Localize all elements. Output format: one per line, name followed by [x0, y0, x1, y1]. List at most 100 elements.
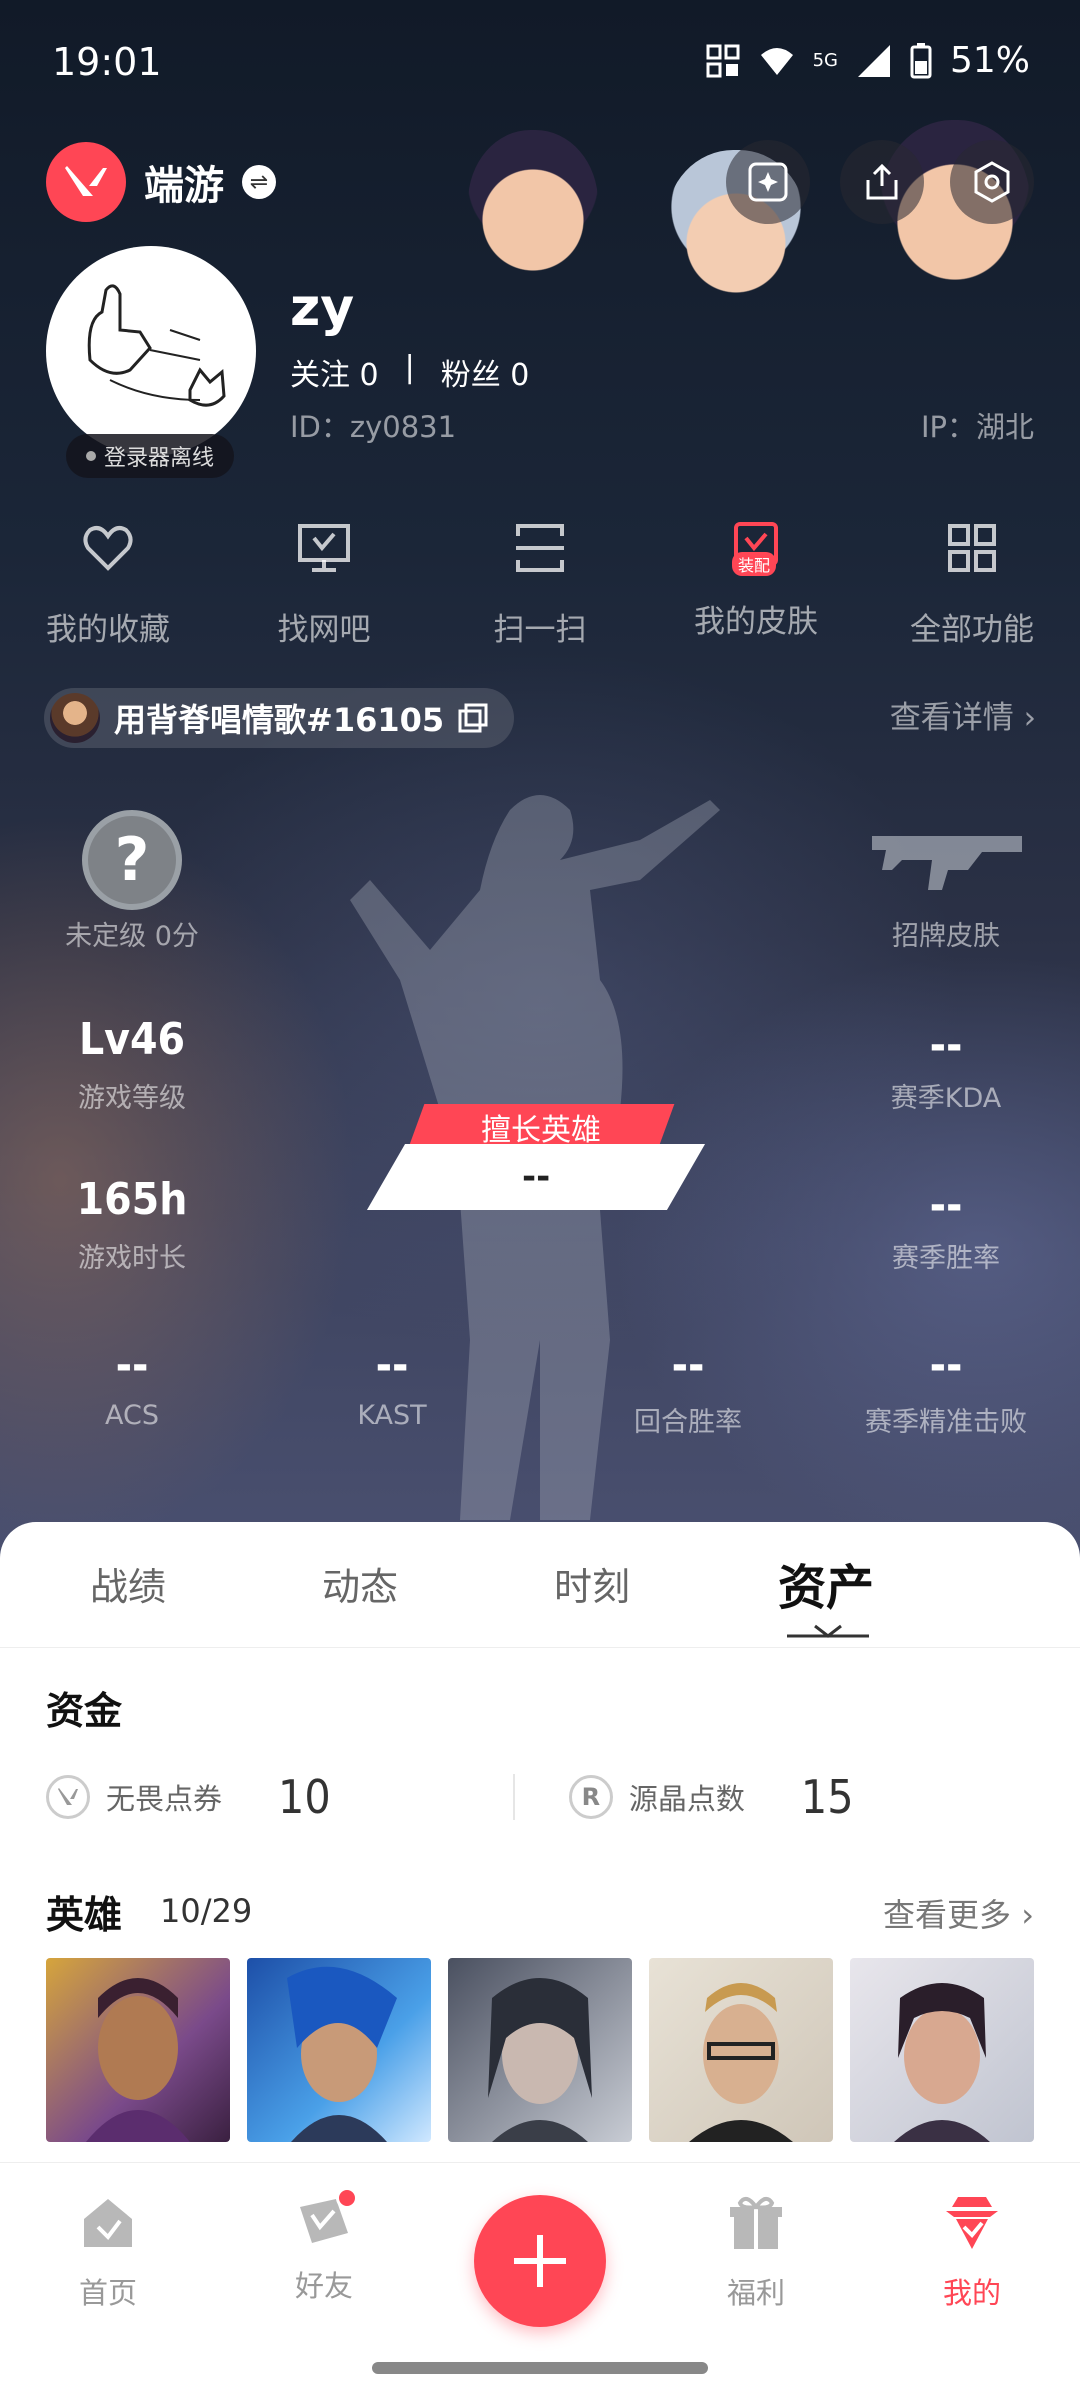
nav-home[interactable]: 首页 — [38, 2193, 178, 2312]
home-indicator[interactable] — [372, 2362, 708, 2374]
username: zy — [290, 278, 355, 338]
agent-list — [46, 1958, 1034, 2142]
round-winrate-label: 回合胜率 — [634, 1407, 742, 1438]
headshot-kills-label: 赛季精准击败 — [865, 1407, 1027, 1438]
rank-label: 未定级 0分 — [65, 921, 199, 952]
nav-welfare-label: 福利 — [726, 2276, 785, 2310]
follow-stat[interactable]: 关注 0 — [290, 350, 379, 394]
quick-favorites-label: 我的收藏 — [46, 612, 170, 648]
share-button[interactable] — [840, 140, 924, 224]
view-more-link[interactable]: 查看更多 › — [883, 1890, 1034, 1936]
scan-icon — [516, 524, 564, 572]
nav-friends-label: 好友 — [294, 2269, 353, 2303]
login-status-text: 登录器离线 — [104, 446, 215, 471]
nav-friends[interactable]: 好友 — [254, 2187, 394, 2305]
agent-card[interactable] — [649, 1958, 833, 2142]
add-sticker-button[interactable] — [726, 140, 810, 224]
playtime-label: 游戏时长 — [78, 1243, 186, 1274]
heroes-title: 英雄 — [46, 1893, 123, 1937]
agent-card[interactable] — [448, 1958, 632, 2142]
friends-icon — [294, 2187, 358, 2253]
sparkle-icon — [748, 162, 788, 202]
funds-divider — [513, 1774, 515, 1820]
chevron-right-icon: › — [1023, 700, 1036, 736]
status-time: 19:01 — [52, 40, 162, 84]
best-hero-value: -- — [521, 1157, 551, 1197]
winrate-value: -- — [929, 1180, 963, 1231]
tab-moments[interactable]: 时刻 — [554, 1556, 630, 1611]
avatar[interactable] — [46, 246, 256, 456]
agent-card[interactable] — [247, 1958, 431, 2142]
signature-skin-label: 招牌皮肤 — [892, 921, 1000, 952]
valorant-logo-icon — [46, 142, 126, 222]
valorant-points-label: 无畏点券 — [106, 1782, 223, 1816]
quick-scan[interactable]: 扫一扫 — [432, 520, 648, 649]
tab-active-indicator — [787, 1624, 869, 1638]
heroes-count: 10/29 — [160, 1892, 253, 1930]
radianite-value: 15 — [800, 1770, 854, 1824]
level-label: 游戏等级 — [78, 1083, 186, 1114]
skin-icon: 装配 — [728, 520, 784, 576]
create-post-button[interactable] — [474, 2195, 606, 2327]
valorant-points[interactable]: 无畏点券 10 — [46, 1770, 513, 1824]
brand-name: 端游 — [144, 163, 224, 209]
battery-percent: 51% — [949, 40, 1030, 81]
heart-icon — [83, 526, 133, 571]
nav-me-label: 我的 — [942, 2276, 1001, 2310]
valorant-points-value: 10 — [278, 1770, 331, 1824]
copy-icon[interactable] — [458, 703, 488, 733]
valorant-points-icon — [46, 1775, 90, 1819]
round-winrate-value: -- — [671, 1340, 705, 1391]
brand-switcher[interactable]: 端游 ⇌ — [46, 142, 276, 222]
follow-separator: | — [404, 350, 415, 385]
view-more-label: 查看更多 — [883, 1896, 1012, 1934]
wifi-icon — [760, 47, 793, 75]
tab-feed[interactable]: 动态 — [322, 1556, 398, 1611]
tab-bar: 战绩 动态 时刻 资产 — [0, 1522, 1080, 1648]
quick-netcafe-label: 找网吧 — [277, 612, 371, 648]
agent-card[interactable] — [850, 1958, 1034, 2142]
nav-welfare[interactable]: 福利 — [686, 2193, 826, 2312]
quick-scan-label: 扫一扫 — [493, 612, 587, 648]
best-hero-card[interactable]: -- — [366, 1144, 706, 1210]
quick-netcafe[interactable]: 找网吧 — [216, 520, 432, 649]
riot-name: 用背脊唱情歌#16105 — [114, 701, 445, 739]
monitor-icon — [298, 524, 350, 572]
fans-stat[interactable]: 粉丝 0 — [441, 350, 530, 394]
agent-card[interactable] — [46, 1958, 230, 2142]
status-dot — [86, 451, 96, 461]
tab-record[interactable]: 战绩 — [90, 1556, 166, 1611]
acs-label: ACS — [105, 1400, 159, 1431]
playtime-value: 165h — [76, 1174, 188, 1225]
sticker-character-1 — [468, 130, 598, 280]
settings-button[interactable] — [950, 140, 1034, 224]
quick-skins[interactable]: 装配 我的皮肤 — [648, 520, 864, 649]
plus-icon — [514, 2235, 566, 2287]
login-status-pill: 登录器离线 — [66, 434, 235, 478]
level-value: Lv46 — [78, 1014, 186, 1065]
radianite-points[interactable]: R 源晶点数 15 — [568, 1770, 1036, 1824]
nfc-icon — [706, 44, 740, 77]
quick-skins-label: 我的皮肤 — [694, 604, 818, 640]
tab-assets[interactable]: 资产 — [778, 1548, 874, 1618]
user-id: ID：zy0831 — [290, 410, 457, 444]
status-bar: 19:01 5G 51% — [0, 0, 1080, 130]
home-icon — [84, 2199, 132, 2247]
friends-notification-dot — [336, 2187, 358, 2209]
funds-row: 无畏点券 10 R 源晶点数 15 — [46, 1762, 1036, 1832]
riot-id-tag[interactable]: 用背脊唱情歌#16105 — [44, 688, 515, 748]
riot-avatar — [50, 693, 100, 743]
settings-icon — [974, 161, 1010, 203]
gift-icon — [730, 2196, 782, 2249]
view-details-link[interactable]: 查看详情 › — [890, 692, 1036, 737]
share-icon — [866, 163, 898, 200]
rifle-icon — [872, 836, 1022, 890]
quick-all-features[interactable]: 全部功能 — [864, 520, 1080, 649]
nav-me[interactable]: 我的 — [902, 2193, 1042, 2312]
rank-badge[interactable]: ? — [82, 810, 182, 910]
nav-home-label: 首页 — [78, 2276, 137, 2310]
radianite-label: 源晶点数 — [628, 1782, 745, 1816]
signal-icon — [857, 44, 890, 77]
quick-favorites[interactable]: 我的收藏 — [0, 520, 216, 649]
switch-icon: ⇌ — [242, 165, 276, 199]
